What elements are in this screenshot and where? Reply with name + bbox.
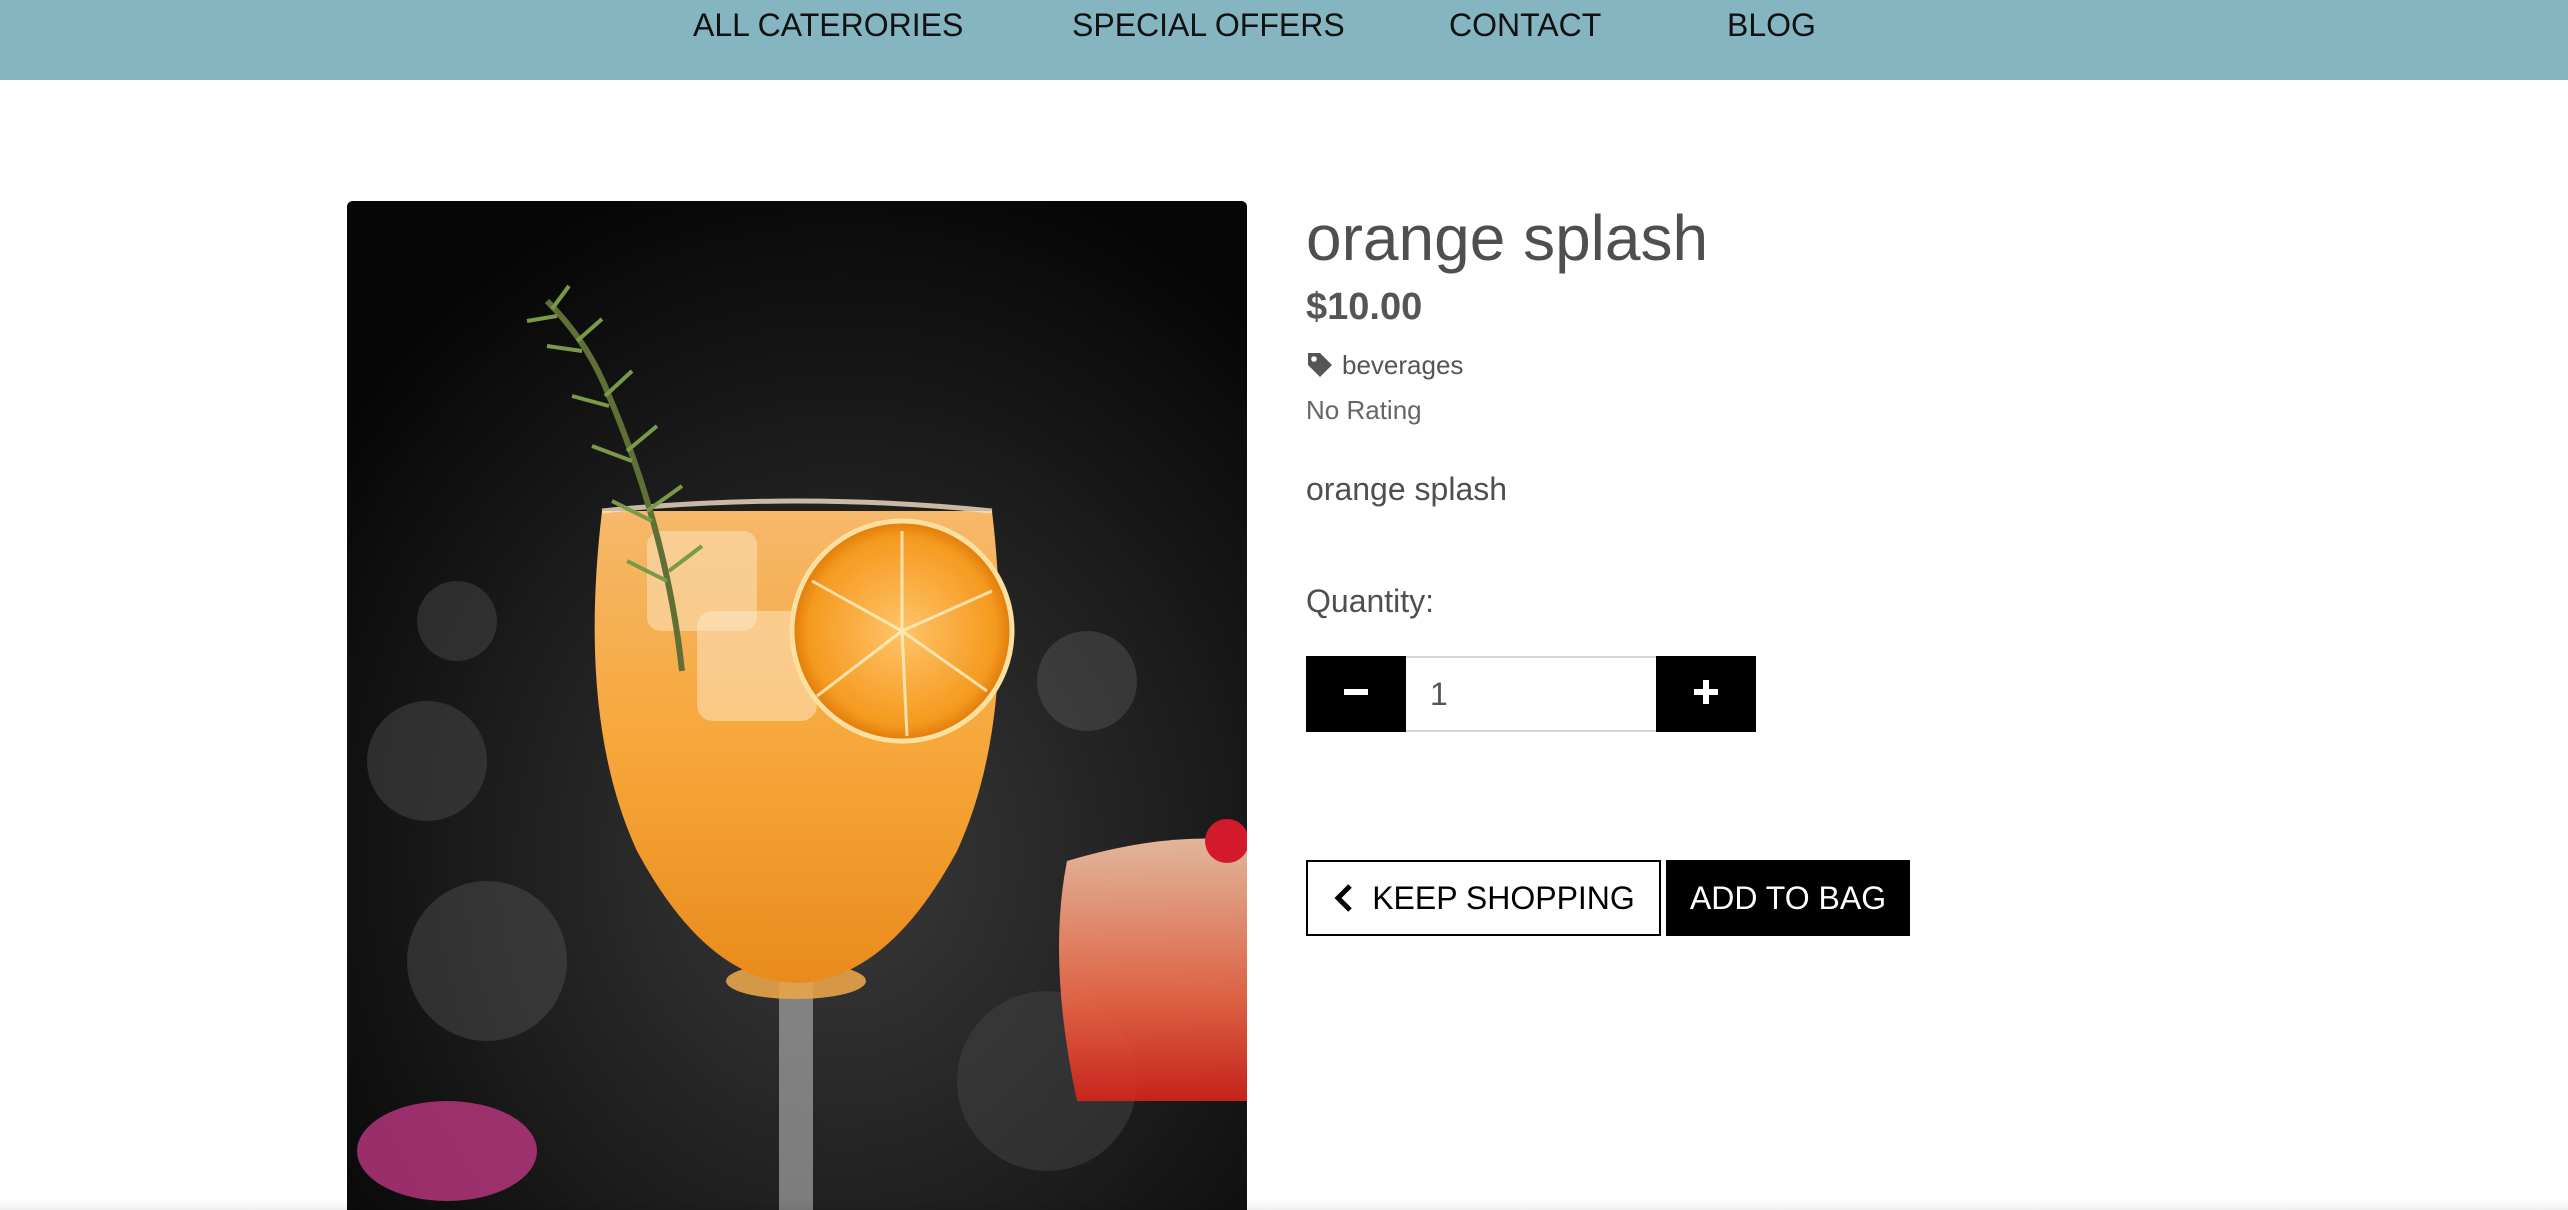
- nav-blog[interactable]: BLOG: [1727, 4, 1816, 46]
- decrement-quantity-button[interactable]: [1306, 656, 1406, 732]
- product-title: orange splash: [1306, 202, 1709, 274]
- page-bottom-shadow: [0, 1200, 2568, 1210]
- nav-contact[interactable]: CONTACT: [1449, 4, 1601, 46]
- top-navbar: ALL CATERORIES SPECIAL OFFERS CONTACT BL…: [0, 0, 2568, 80]
- nav-all-categories[interactable]: ALL CATERORIES: [693, 4, 963, 46]
- keep-shopping-label: KEEP SHOPPING: [1372, 879, 1635, 916]
- product-description: orange splash: [1306, 471, 1508, 507]
- tag-icon: [1306, 351, 1334, 379]
- keep-shopping-button[interactable]: KEEP SHOPPING: [1306, 860, 1661, 936]
- product-image: [347, 201, 1247, 1210]
- product-category-link[interactable]: beverages: [1306, 347, 1463, 383]
- plus-icon: [1692, 678, 1720, 711]
- nav-special-offers[interactable]: SPECIAL OFFERS: [1072, 4, 1345, 46]
- increment-quantity-button[interactable]: [1656, 656, 1756, 732]
- quantity-input[interactable]: [1406, 656, 1656, 732]
- chevron-left-icon: [1332, 883, 1356, 913]
- quantity-label: Quantity:: [1306, 583, 1435, 619]
- add-to-bag-button[interactable]: ADD TO BAG: [1666, 860, 1910, 936]
- add-to-bag-label: ADD TO BAG: [1689, 879, 1887, 916]
- product-price: $10.00: [1306, 286, 1423, 328]
- minus-icon: [1342, 678, 1370, 711]
- product-category-label: beverages: [1342, 349, 1464, 380]
- product-rating: No Rating: [1306, 395, 1422, 425]
